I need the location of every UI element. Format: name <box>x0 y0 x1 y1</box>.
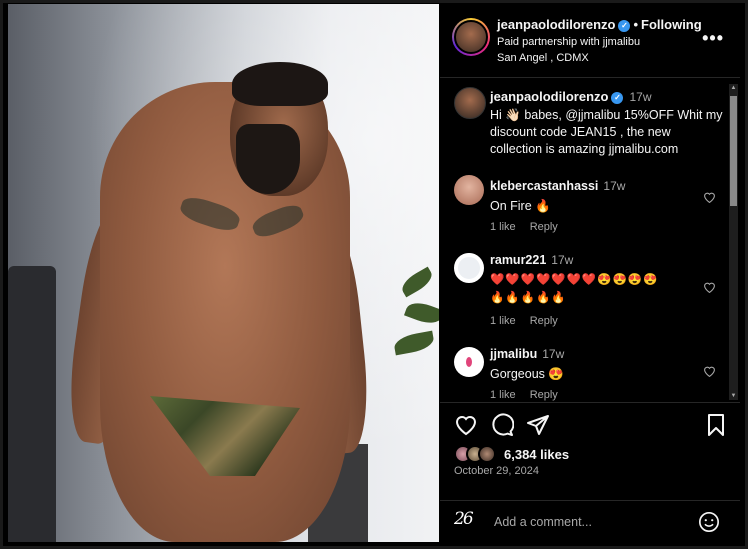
emoji-icon[interactable] <box>698 511 720 533</box>
comment-header: jjmalibu 17w <box>490 347 564 361</box>
caption-header: jeanpaolodilorenzo ✓ 17w <box>490 89 651 104</box>
photo-beard <box>236 124 300 194</box>
author-avatar[interactable] <box>452 18 490 56</box>
caption-text: Hi 👋🏻 babes, @jjmalibu 15%OFF Whit my di… <box>490 108 723 156</box>
comment-like-count[interactable]: 1 like <box>490 315 516 327</box>
likes-count[interactable]: 6,384 likes <box>504 447 569 462</box>
comment-icon[interactable] <box>490 413 515 437</box>
post-location[interactable]: San Angel , CDMX <box>497 52 589 64</box>
comment-meta: 1 like Reply <box>490 315 572 327</box>
comment-username[interactable]: klebercastanhassi <box>490 179 598 193</box>
heart-icon[interactable] <box>703 191 716 206</box>
liker-avatar <box>478 445 496 463</box>
comment-time: 17w <box>603 179 626 193</box>
caption-username[interactable]: jeanpaolodilorenzo <box>490 89 608 104</box>
comment-header: ramur221 17w <box>490 253 573 267</box>
comment-like-count[interactable]: 1 like <box>490 221 516 233</box>
scrollbar-thumb[interactable] <box>730 96 737 206</box>
reply-button[interactable]: Reply <box>530 221 558 233</box>
heart-icon[interactable] <box>703 365 716 380</box>
comments-list[interactable]: jeanpaolodilorenzo ✓ 17w Hi 👋🏻 babes, @jjm… <box>440 79 740 401</box>
add-comment-bar: 26 <box>440 500 740 542</box>
separator-dot: • <box>633 17 639 32</box>
post-side-panel: jeanpaolodilorenzo ✓ • Following Paid partn… <box>440 4 740 542</box>
share-icon[interactable] <box>526 413 550 437</box>
comment-text: On Fire 🔥 <box>490 199 551 213</box>
comment-meta: 1 like Reply <box>490 221 572 233</box>
photo-chair <box>8 266 56 542</box>
post-photo[interactable] <box>8 4 439 542</box>
post-actions: 6,384 likes October 29, 2024 <box>440 402 740 500</box>
commenter-avatar[interactable] <box>454 253 484 283</box>
comment-text: Gorgeous 😍 <box>490 367 564 381</box>
comment-like-count[interactable]: 1 like <box>490 389 516 401</box>
comments-scrollbar[interactable]: ▲ ▼ <box>729 84 738 400</box>
paid-partnership-label[interactable]: Paid partnership with jjmalibu <box>497 36 640 48</box>
reply-button[interactable]: Reply <box>530 389 558 401</box>
bookmark-icon[interactable] <box>704 413 728 437</box>
author-username[interactable]: jeanpaolodilorenzo <box>497 17 615 32</box>
comment-username[interactable]: jjmalibu <box>490 347 537 361</box>
caption-avatar[interactable] <box>454 87 486 119</box>
scroll-down-arrow-icon[interactable]: ▼ <box>729 392 738 400</box>
reply-button[interactable]: Reply <box>530 315 558 327</box>
comment-text-line: 🔥🔥🔥🔥🔥 <box>490 292 567 304</box>
comment-time: 17w <box>542 347 565 361</box>
caption-time: 17w <box>629 90 652 104</box>
author-line: jeanpaolodilorenzo ✓ • Following <box>497 17 702 32</box>
comment-text-line: ❤️❤️❤️❤️❤️❤️❤️😍😍😍😍 <box>490 274 659 286</box>
commenter-avatar[interactable] <box>454 175 484 205</box>
verified-icon: ✓ <box>611 91 624 104</box>
post-header: jeanpaolodilorenzo ✓ • Following Paid partn… <box>440 4 740 78</box>
heart-icon[interactable] <box>454 413 478 437</box>
comment-username[interactable]: ramur221 <box>490 253 546 267</box>
add-comment-input[interactable] <box>494 513 694 531</box>
commenter-avatar[interactable] <box>454 347 484 377</box>
comment-time: 17w <box>551 253 574 267</box>
photo-hair <box>232 62 328 106</box>
post-date: October 29, 2024 <box>454 465 540 477</box>
heart-icon[interactable] <box>703 281 716 296</box>
verified-icon: ✓ <box>618 19 631 32</box>
comment-meta: 1 like Reply <box>490 389 572 401</box>
scroll-up-arrow-icon[interactable]: ▲ <box>729 84 738 92</box>
comment-header: klebercastanhassi 17w <box>490 179 625 193</box>
more-icon[interactable]: ••• <box>702 28 724 49</box>
following-button[interactable]: Following <box>641 17 702 32</box>
current-user-avatar: 26 <box>454 509 474 529</box>
